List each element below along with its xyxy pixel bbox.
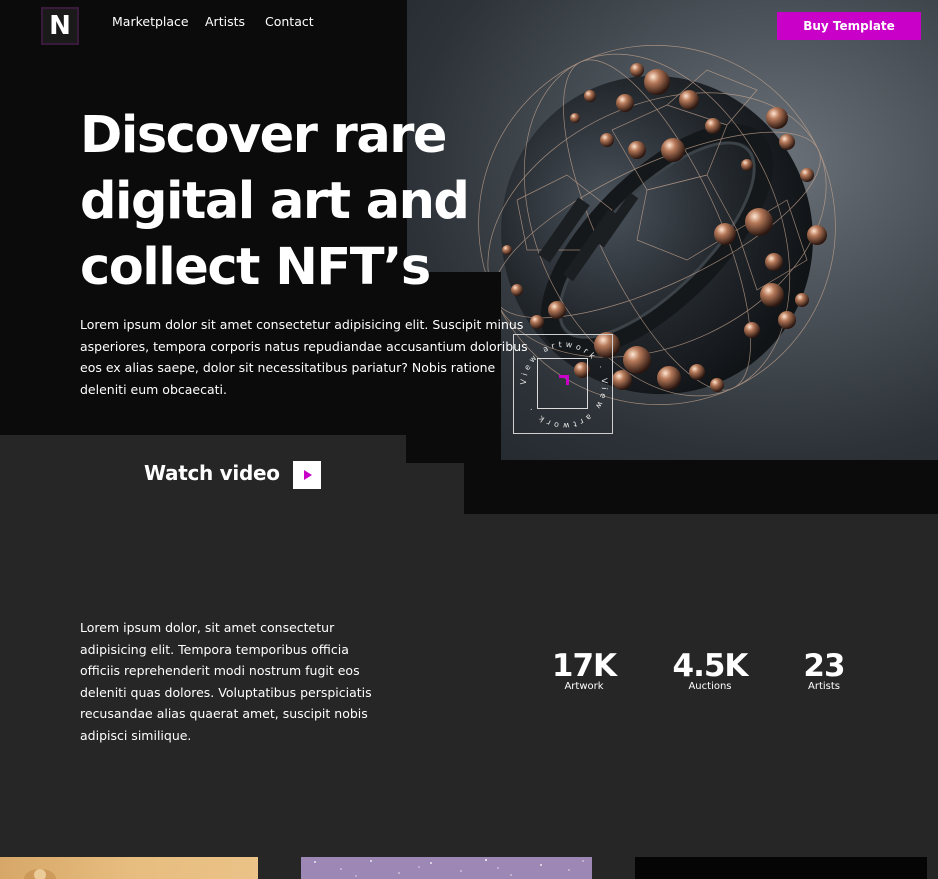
view-artwork-badge[interactable]: View artwork · View artwork · [513,334,613,434]
nav-link-artists[interactable]: Artists [205,14,245,29]
hero-bottom-block [464,460,938,514]
play-icon [304,470,312,480]
buy-template-button[interactable]: Buy Template [777,12,921,40]
hero-title: Discover rare digital art and collect NF… [80,103,550,301]
nav-link-contact[interactable]: Contact [265,14,314,29]
page: N Marketplace Artists Contact Buy Templa… [0,0,938,879]
stat-artists: 23 Artists [800,648,848,692]
arrow-up-right-icon [559,375,569,385]
about-description: Lorem ipsum dolor, sit amet consectetur … [80,620,372,743]
gallery-thumbnail-art [314,858,584,877]
nav-link-marketplace[interactable]: Marketplace [112,14,189,29]
stat-value: 4.5K [672,648,749,684]
hero-title-line: collect NFT’s [80,238,431,297]
hero-title-line: digital art and [80,172,470,231]
brand-logo[interactable]: N [41,7,79,45]
hero-title-line: Discover rare [80,106,448,165]
gallery-thumbnail[interactable] [0,857,258,879]
hero-description: Lorem ipsum dolor sit amet consectetur a… [80,317,528,397]
stat-value: 23 [803,648,845,684]
gallery-thumbnail[interactable] [301,857,592,879]
gallery-thumbnail-art [24,869,56,879]
stat-auctions: 4.5K Auctions [665,648,755,692]
gallery-thumbnail[interactable] [635,857,927,879]
gallery-thumbnail-art [727,859,843,879]
stat-value: 17K [551,648,617,684]
play-video-button[interactable] [293,461,321,489]
stat-artwork: 17K Artwork [550,648,618,692]
watch-video-label[interactable]: Watch video [144,461,280,485]
